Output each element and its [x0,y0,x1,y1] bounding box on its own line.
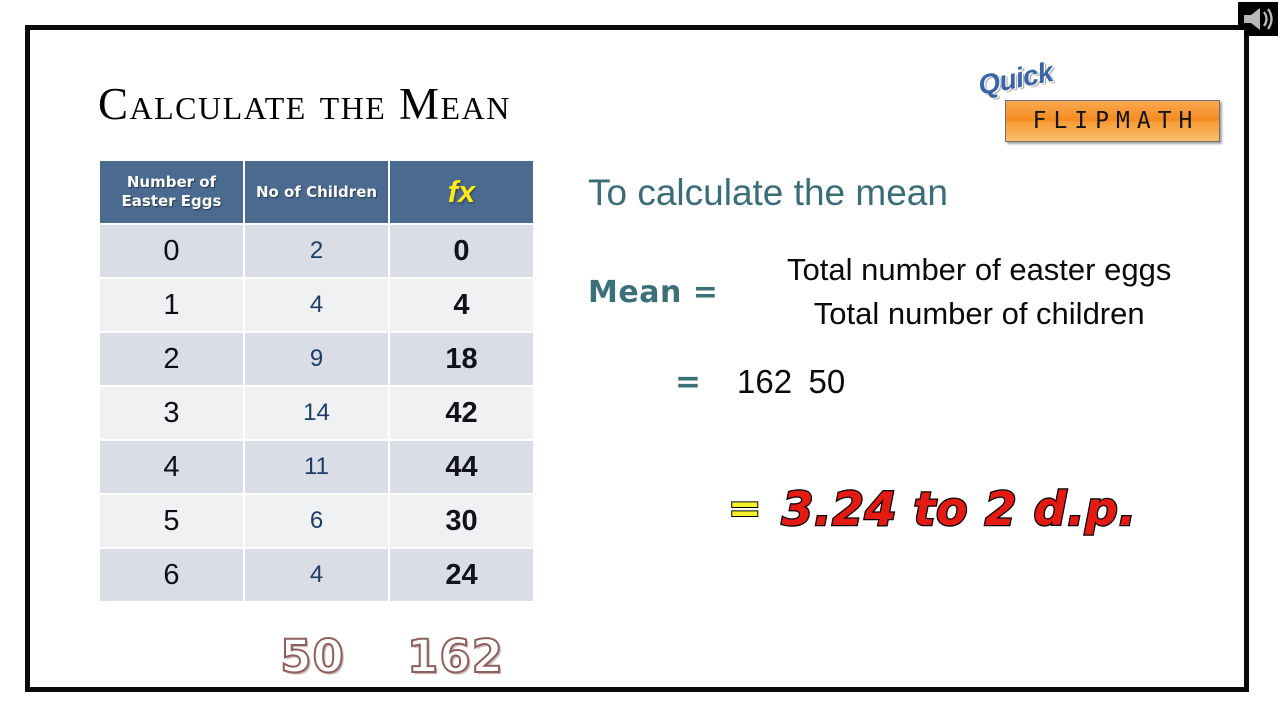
table-row: 0 2 0 [100,225,533,277]
column-header-children: No of Children [245,161,388,223]
fraction-numerator: Total number of easter eggs [787,252,1172,287]
cell-eggs: 0 [100,225,243,277]
fraction-denominator: Total number of children [813,296,1145,332]
mean-fraction: Total number of easter eggs Total number… [740,248,1218,336]
column-header-eggs: Number of Easter Eggs [100,161,243,223]
cell-children: 4 [245,549,388,601]
table-row: 1 4 4 [100,279,533,331]
cell-children: 14 [245,387,388,439]
numeric-denominator: 50 [808,363,846,400]
table-row: 2 9 18 [100,333,533,385]
total-fx: 162 [406,629,504,684]
page-title: Calculate the Mean [98,79,511,129]
numeric-fraction: 162 50 [731,360,851,405]
table-row: 5 6 30 [100,495,533,547]
explanation-panel: To calculate the mean Mean = Total numbe… [570,30,1230,687]
cell-eggs: 5 [100,495,243,547]
answer-value: 3.24 to 2 d.p. [780,481,1137,538]
speaker-volume-icon[interactable] [1238,2,1278,36]
column-header-fx: fx [390,161,533,223]
video-player-frame: Calculate the Mean FLIPMATH Quick Number… [0,0,1280,720]
answer-line: = 3.24 to 2 d.p. [727,481,1137,538]
numeric-numerator: 162 [736,363,793,400]
table-header-row: Number of Easter Eggs No of Children fx [100,161,533,223]
cell-fx: 24 [390,549,533,601]
cell-eggs: 1 [100,279,243,331]
total-eggs [98,630,241,683]
cell-children: 11 [245,441,388,493]
cell-fx: 18 [390,333,533,385]
cell-fx: 0 [390,225,533,277]
cell-children: 6 [245,495,388,547]
cell-children: 4 [245,279,388,331]
mean-label: Mean = [588,274,719,310]
totals-row: 50 162 [98,629,527,684]
cell-fx: 4 [390,279,533,331]
cell-fx: 30 [390,495,533,547]
total-children: 50 [279,629,345,684]
cell-fx: 44 [390,441,533,493]
slide-content: Calculate the Mean FLIPMATH Quick Number… [30,30,1244,687]
cell-eggs: 6 [100,549,243,601]
table-row: 3 14 42 [100,387,533,439]
explanation-heading: To calculate the mean [588,172,948,213]
cell-children: 9 [245,333,388,385]
answer-equals-sign: = [727,485,762,533]
cell-eggs: 4 [100,441,243,493]
cell-fx: 42 [390,387,533,439]
numeric-equals-sign: = [675,364,701,401]
cell-eggs: 2 [100,333,243,385]
table-row: 4 11 44 [100,441,533,493]
mean-formula: Mean = Total number of easter eggs Total… [588,248,1218,336]
table-row: 6 4 24 [100,549,533,601]
cell-children: 2 [245,225,388,277]
cell-eggs: 3 [100,387,243,439]
frequency-table: Number of Easter Eggs No of Children fx 0… [98,159,535,603]
numeric-step: = 162 50 [675,360,851,405]
